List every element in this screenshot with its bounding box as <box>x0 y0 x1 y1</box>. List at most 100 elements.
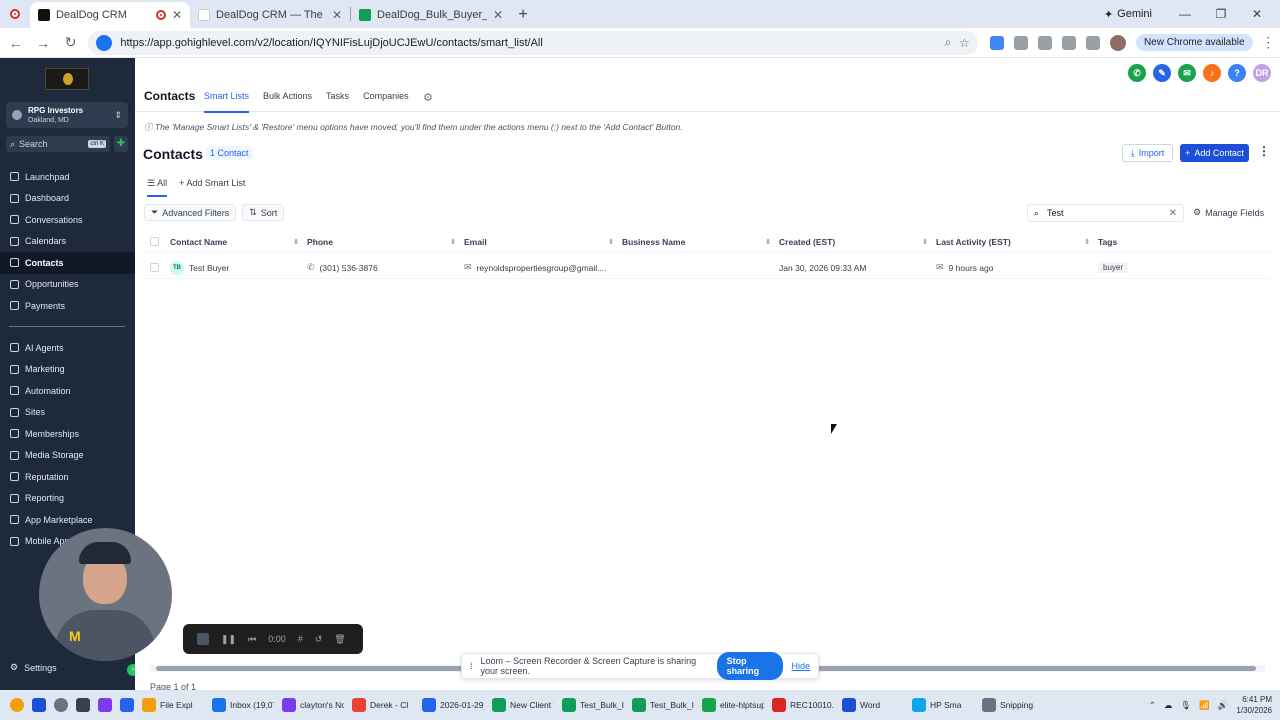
pause-icon[interactable]: ❚❚ <box>221 634 236 645</box>
taskbar-app[interactable]: 2026-01-29_ <box>422 698 484 712</box>
tab-tasks[interactable]: Tasks <box>326 91 349 113</box>
restore-icon[interactable]: ❐ <box>1210 7 1232 21</box>
sidebar-item-calendars[interactable]: Calendars <box>0 231 135 253</box>
contacts-settings-icon[interactable]: ⚙ <box>423 91 433 104</box>
new-tab-button[interactable]: + <box>511 2 535 28</box>
column-email[interactable]: Email ⇕ <box>464 237 622 247</box>
extension-icon[interactable] <box>1037 35 1052 50</box>
taskbar-app[interactable]: REC10010.pd <box>772 698 834 712</box>
trash-icon[interactable]: 🗑 <box>334 634 345 645</box>
drag-handle-icon[interactable]: ⁞ <box>470 661 473 671</box>
add-smart-list-button[interactable]: + Add Smart List <box>179 178 245 197</box>
clock[interactable]: 6:41 PM 1/30/2026 <box>1236 694 1272 716</box>
task-view-icon[interactable] <box>76 698 90 712</box>
cell-contact-name[interactable]: TB Test Buyer <box>170 260 307 275</box>
contact-name[interactable]: Test Buyer <box>189 263 229 273</box>
column-business-name[interactable]: Business Name ⇕ <box>622 237 779 247</box>
taskbar-app[interactable]: Test_Bulk_Im <box>632 698 694 712</box>
column-last-activity[interactable]: Last Activity (EST) ⇕ <box>936 237 1098 247</box>
phone-icon[interactable]: ✆ <box>1128 64 1146 82</box>
new-chrome-available-button[interactable]: New Chrome available <box>1135 34 1253 51</box>
sidebar-item-memberships[interactable]: Memberships <box>0 423 135 445</box>
contacts-search-input[interactable]: ⌕ Test ✕ <box>1027 204 1184 222</box>
minimize-icon[interactable]: — <box>1174 7 1196 21</box>
sidebar-item-conversations[interactable]: Conversations <box>0 209 135 231</box>
chrome-menu-icon[interactable]: ⋮ <box>1257 34 1280 51</box>
bookmark-star-icon[interactable]: ☆ <box>959 36 970 50</box>
taskbar-app[interactable]: Word <box>842 698 904 712</box>
account-switcher[interactable]: RPG Investors Oakland, MD ⇕ <box>6 102 128 128</box>
sidebar-item-dashboard[interactable]: Dashboard <box>0 188 135 210</box>
taskbar-app[interactable]: clayton's No <box>282 698 344 712</box>
sidebar-item-marketing[interactable]: Marketing <box>0 359 135 381</box>
volume-icon[interactable]: 🔊 <box>1218 700 1229 711</box>
sidebar-item-app-marketplace[interactable]: App Marketplace <box>0 509 135 531</box>
sort-button[interactable]: ⇅ Sort <box>242 204 285 221</box>
megaphone-icon[interactable]: ✉ <box>1178 64 1196 82</box>
more-actions-icon[interactable]: ⋮ <box>1258 144 1270 158</box>
sidebar-item-reputation[interactable]: Reputation <box>0 466 135 488</box>
extension-icon[interactable] <box>989 35 1004 50</box>
user-avatar[interactable]: DR <box>1253 64 1271 82</box>
teams-icon[interactable] <box>98 698 112 712</box>
close-tab-icon[interactable]: ✕ <box>332 8 342 22</box>
sidebar-item-media-storage[interactable]: Media Storage <box>0 445 135 467</box>
taskbar-app[interactable]: File Expl <box>142 698 204 712</box>
site-info-icon[interactable] <box>96 34 113 51</box>
clear-search-icon[interactable]: ✕ <box>1169 208 1177 219</box>
help-icon[interactable]: ? <box>1228 64 1246 82</box>
weather-icon[interactable] <box>10 698 24 712</box>
zoom-icon[interactable]: ⌕ <box>944 35 951 50</box>
side-panel-icon[interactable] <box>1085 35 1100 50</box>
sidebar-item-sites[interactable]: Sites <box>0 402 135 424</box>
cell-phone[interactable]: ✆ (301) 536-3876 <box>307 262 464 273</box>
taskbar-app[interactable]: New Client V <box>492 698 554 712</box>
edge-icon[interactable] <box>120 698 134 712</box>
taskbar-app[interactable]: Inbox (19,07 <box>212 698 274 712</box>
tab-bulk-actions[interactable]: Bulk Actions <box>263 91 312 113</box>
company-logo[interactable] <box>45 68 89 90</box>
mic-icon[interactable]: 🎙 <box>1180 700 1191 711</box>
sidebar-item-ai-agents[interactable]: AI Agents <box>0 337 135 359</box>
close-window-icon[interactable]: ✕ <box>1246 7 1268 21</box>
stop-recording-icon[interactable] <box>197 633 209 645</box>
stop-sharing-button[interactable]: Stop sharing <box>716 652 784 680</box>
bell-icon[interactable]: ♪ <box>1203 64 1221 82</box>
restart-icon[interactable]: ⏮ <box>248 634 256 645</box>
browser-tab-dealdog-crm[interactable]: DealDog CRM ✕ <box>30 2 190 28</box>
camera-extension-icon[interactable] <box>1013 35 1028 50</box>
row-checkbox[interactable] <box>150 263 159 272</box>
browser-tab-sheet[interactable]: DealDog_Bulk_Buyer_Import_Te ✕ <box>351 2 511 28</box>
column-phone[interactable]: Phone ⇕ <box>307 237 464 247</box>
magic-wand-icon[interactable]: ✎ <box>1153 64 1171 82</box>
search-icon[interactable] <box>54 698 68 712</box>
undo-icon[interactable]: ↺ <box>315 634 323 645</box>
tab-smart-lists[interactable]: Smart Lists <box>204 91 250 113</box>
wifi-icon[interactable]: 📶 <box>1199 700 1210 711</box>
advanced-filters-button[interactable]: ⏷ Advanced Filters <box>144 204 237 221</box>
tag-badge[interactable]: buyer <box>1098 262 1129 273</box>
close-tab-icon[interactable]: ✕ <box>172 8 182 22</box>
table-row[interactable]: TB Test Buyer ✆ (301) 536-3876 ✉ reynold… <box>144 257 1270 279</box>
quick-add-button[interactable]: ✚ <box>114 136 128 152</box>
taskbar-app[interactable]: HP Sma <box>912 698 974 712</box>
sidebar-item-automation[interactable]: Automation <box>0 380 135 402</box>
tab-companies[interactable]: Companies <box>363 91 409 113</box>
puzzle-icon[interactable] <box>1061 35 1076 50</box>
sidebar-item-payments[interactable]: Payments <box>0 295 135 317</box>
sidebar-item-opportunities[interactable]: Opportunities <box>0 274 135 296</box>
select-all-checkbox[interactable] <box>150 237 159 246</box>
sidebar-item-contacts[interactable]: Contacts <box>0 252 135 274</box>
taskbar-app[interactable]: Snipping <box>982 698 1044 712</box>
address-bar[interactable]: https://app.gohighlevel.com/v2/location/… <box>88 30 978 55</box>
chevron-up-icon[interactable]: ⌃ <box>1149 700 1156 711</box>
sidebar-item-launchpad[interactable]: Launchpad <box>0 166 135 188</box>
close-tab-icon[interactable]: ✕ <box>493 8 503 22</box>
sidebar-item-reporting[interactable]: Reporting <box>0 488 135 510</box>
smart-list-tab-all[interactable]: ☰ All <box>147 178 168 197</box>
sidebar-search[interactable]: ⌕ Search ctrl K <box>6 136 110 152</box>
windows-start-icon[interactable] <box>32 698 46 712</box>
hide-share-bar-link[interactable]: Hide <box>791 661 810 671</box>
add-contact-button[interactable]: + Add Contact <box>1180 144 1249 162</box>
taskbar-app[interactable]: elite-hlptsup <box>702 698 764 712</box>
